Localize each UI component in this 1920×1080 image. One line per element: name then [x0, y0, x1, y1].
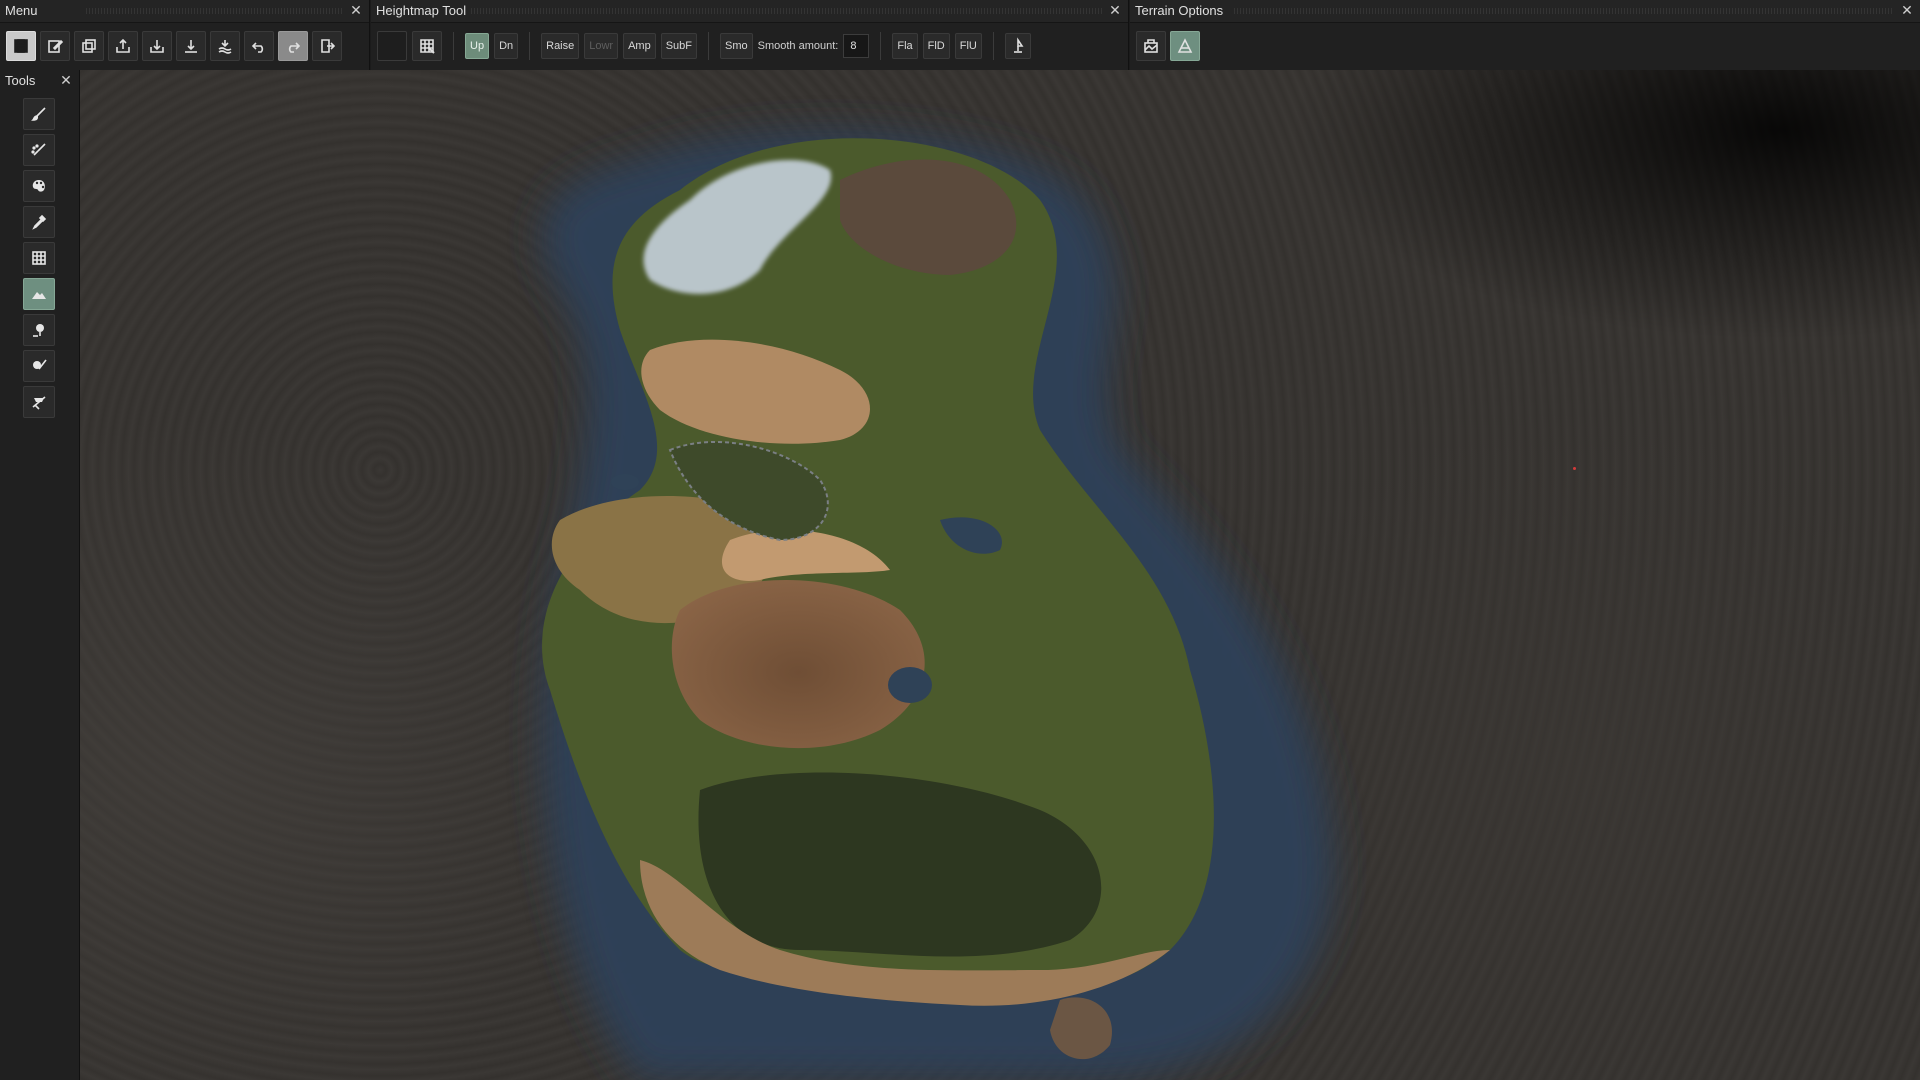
separator: [453, 32, 454, 60]
terrain-camera-icon: [1144, 39, 1158, 53]
flatten-up-button[interactable]: FlU: [954, 33, 982, 59]
direction-down-button[interactable]: Dn: [494, 33, 519, 59]
heightmap-close-icon[interactable]: ✕: [1108, 0, 1122, 22]
export-button[interactable]: [108, 31, 138, 61]
save-button[interactable]: [6, 31, 36, 61]
dune-plateau: [671, 580, 925, 749]
terrain-settings-button[interactable]: [1136, 31, 1166, 61]
lake-west: [611, 474, 639, 490]
tool-spray-brush[interactable]: [23, 134, 55, 166]
tools-panel-header[interactable]: Tools ✕: [0, 70, 79, 92]
raise-button[interactable]: Raise: [541, 33, 580, 59]
tool-paint-tree[interactable]: [23, 350, 55, 382]
menu-panel: Menu ✕: [0, 0, 370, 70]
smooth-amount-label: Smooth amount:: [757, 40, 839, 52]
spray-brush-icon: [31, 143, 46, 156]
separator: [529, 32, 531, 60]
palette-icon: [32, 180, 45, 192]
import-heightmap-button[interactable]: [176, 31, 206, 61]
terrain-viewport[interactable]: [80, 70, 1920, 1080]
tool-remove-tree[interactable]: [23, 386, 55, 418]
panel-grip[interactable]: [471, 8, 1102, 14]
mountain-icon: [32, 292, 46, 299]
tool-eyedropper[interactable]: [23, 206, 55, 238]
lake-south: [888, 667, 932, 703]
redo-button[interactable]: [278, 31, 308, 61]
exit-door-icon: [321, 39, 336, 53]
grid-select-button[interactable]: [412, 31, 442, 61]
heightmap-panel-header[interactable]: Heightmap Tool ✕: [371, 0, 1128, 23]
tool-heightmap[interactable]: [23, 278, 55, 310]
pick-height-icon: [1013, 37, 1024, 53]
tree-remove-icon: [32, 396, 46, 410]
brush-icon: [31, 107, 46, 121]
exit-button[interactable]: [312, 31, 342, 61]
tools-panel: Tools ✕: [0, 70, 80, 1080]
separator: [708, 32, 710, 60]
export-icon: [116, 38, 130, 53]
subtract-button[interactable]: SubF: [660, 33, 698, 59]
terrain-shader-button[interactable]: [1170, 31, 1200, 61]
heightmap-panel-title: Heightmap Tool: [376, 3, 467, 18]
terrain-panel-title: Terrain Options: [1135, 3, 1224, 18]
separator: [880, 32, 882, 60]
edit-save-icon: [48, 39, 64, 53]
tree-place-icon: [33, 324, 44, 337]
tool-paint[interactable]: [23, 170, 55, 202]
heightmap-toolbar: Up Dn Raise Lowr Amp SubF Smo Smooth amo…: [377, 30, 1031, 62]
flatten-down-button[interactable]: FlD: [922, 33, 950, 59]
terrain-layers-icon: [1177, 38, 1193, 53]
water-level-icon: [218, 40, 232, 54]
amplify-button[interactable]: Amp: [623, 33, 656, 59]
import-button[interactable]: [142, 31, 172, 61]
undo-icon: [251, 42, 264, 53]
tool-list: [23, 98, 55, 418]
menu-toolbar: [6, 30, 342, 62]
terrain-options-panel: Terrain Options ✕: [1130, 0, 1920, 70]
smooth-amount-input[interactable]: [843, 34, 870, 58]
redo-icon: [288, 42, 301, 53]
menu-close-icon[interactable]: ✕: [349, 0, 363, 22]
copy-button[interactable]: [74, 31, 104, 61]
copy-stack-icon: [82, 39, 96, 53]
heightmap-tool-panel: Heightmap Tool ✕ Up Dn Raise Lowr Amp Su…: [371, 0, 1129, 70]
water-level-button[interactable]: [210, 31, 240, 61]
grid-cursor-icon: [420, 39, 435, 54]
terrain-toolbar: [1136, 30, 1200, 62]
flatten-button[interactable]: Fla: [892, 33, 918, 59]
terrain-close-icon[interactable]: ✕: [1900, 0, 1914, 22]
menu-panel-header[interactable]: Menu ✕: [0, 0, 369, 23]
pick-height-button[interactable]: [1004, 33, 1031, 59]
download-bar-icon: [185, 40, 197, 53]
save-icon: [14, 39, 28, 53]
island-terrain: [542, 132, 1333, 1080]
panel-grip[interactable]: [86, 8, 343, 14]
panel-grip[interactable]: [1234, 8, 1894, 14]
separator: [992, 32, 994, 60]
terrain-panel-header[interactable]: Terrain Options ✕: [1130, 0, 1920, 23]
menu-panel-title: Menu: [5, 3, 38, 18]
grid-icon: [32, 251, 46, 265]
direction-up-button[interactable]: Up: [465, 33, 490, 59]
tool-grid[interactable]: [23, 242, 55, 274]
tool-brush[interactable]: [23, 98, 55, 130]
smooth-button[interactable]: Smo: [720, 33, 753, 59]
undo-button[interactable]: [244, 31, 274, 61]
brush-preview-icon: [383, 37, 401, 55]
tools-panel-title: Tools: [5, 73, 36, 88]
tree-brush-icon: [33, 359, 47, 370]
eyedropper-icon: [32, 214, 47, 230]
lower-button[interactable]: Lowr: [584, 33, 619, 59]
save-as-button[interactable]: [40, 31, 70, 61]
import-icon: [150, 40, 164, 53]
tools-close-icon[interactable]: ✕: [59, 70, 73, 92]
brush-preview-button[interactable]: [377, 31, 407, 61]
brush-cursor: [1573, 467, 1576, 470]
tool-place-tree[interactable]: [23, 314, 55, 346]
